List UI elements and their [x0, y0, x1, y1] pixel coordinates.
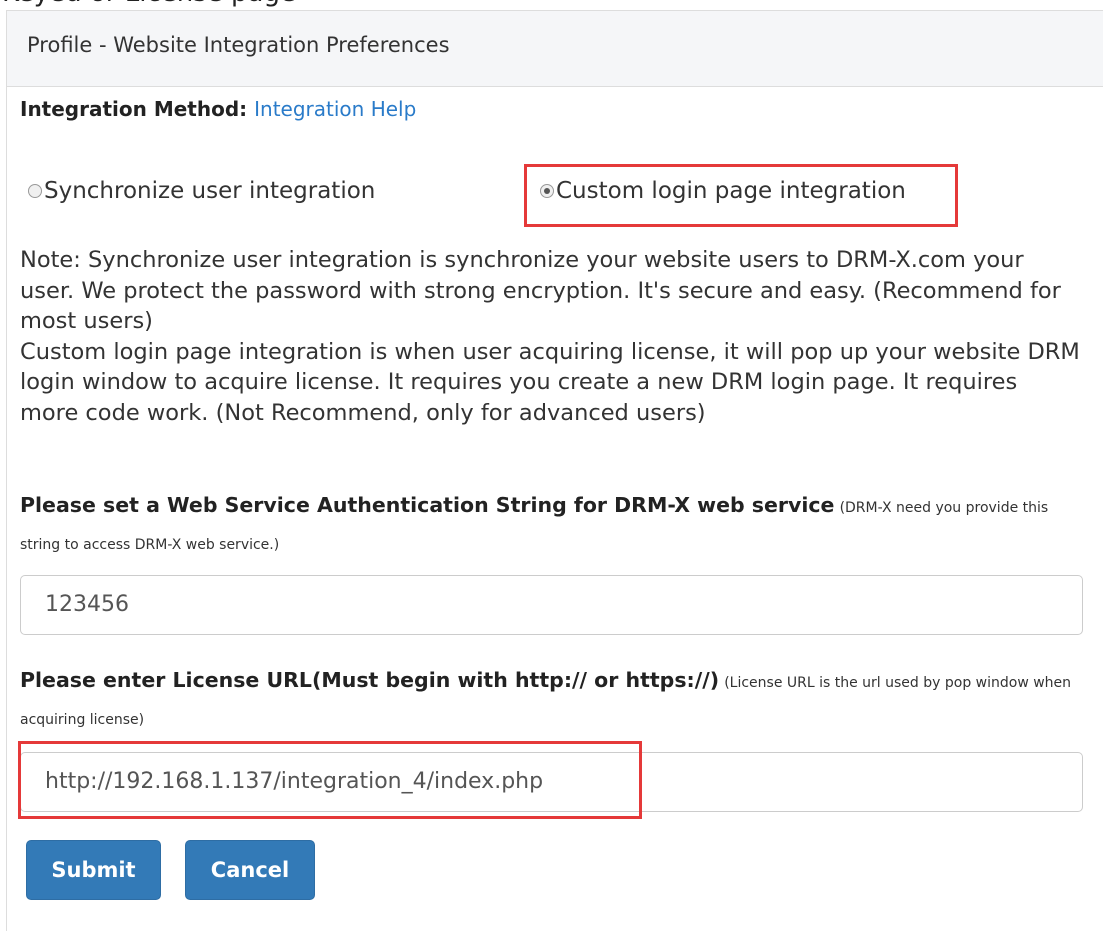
license-url-label: Please enter License URL(Must begin with… — [20, 662, 1080, 738]
submit-button[interactable]: Submit — [26, 840, 161, 900]
auth-string-label-text: Please set a Web Service Authentication … — [20, 493, 835, 517]
license-url-label-text: Please enter License URL(Must begin with… — [20, 668, 720, 692]
panel-heading: Profile - Website Integration Preference… — [7, 11, 1103, 87]
highlight-box-radio — [524, 164, 958, 227]
integration-note: Note: Synchronize user integration is sy… — [20, 245, 1080, 428]
panel-title: Profile - Website Integration Preference… — [27, 33, 450, 57]
note-text: Note: Synchronize user integration is sy… — [20, 247, 1080, 426]
cropped-page-heading: Keyed or License page — [0, 0, 1103, 10]
auth-string-input[interactable]: 123456 — [20, 575, 1083, 635]
auth-string-value[interactable]: 123456 — [45, 592, 129, 617]
cropped-heading-text: Keyed or License page — [2, 0, 296, 8]
integration-method-row: Integration Method: Integration Help — [20, 97, 416, 121]
highlight-box-license-url — [18, 741, 642, 819]
radio-synchronize-icon[interactable] — [28, 184, 42, 198]
integration-method-label: Integration Method: — [20, 97, 248, 121]
cancel-button[interactable]: Cancel — [185, 840, 315, 900]
radio-synchronize-label[interactable]: Synchronize user integration — [44, 178, 375, 204]
integration-help-link[interactable]: Integration Help — [254, 97, 416, 121]
auth-string-label: Please set a Web Service Authentication … — [20, 487, 1080, 563]
radio-option-synchronize[interactable]: Synchronize user integration — [28, 178, 375, 204]
